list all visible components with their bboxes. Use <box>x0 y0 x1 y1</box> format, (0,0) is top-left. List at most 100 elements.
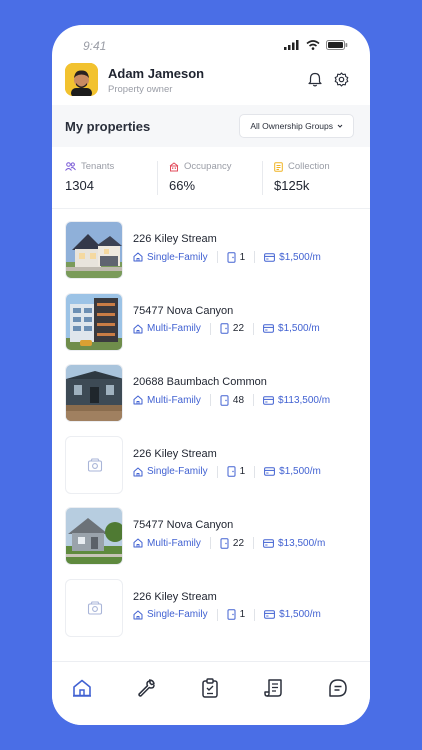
door-icon <box>220 538 229 549</box>
property-rent: $1,500/m <box>279 609 321 621</box>
property-thumbnail <box>65 221 123 279</box>
signal-icon <box>284 40 299 50</box>
home-icon <box>133 467 143 477</box>
payment-icon <box>263 395 274 405</box>
user-role: Property owner <box>108 84 173 95</box>
property-rent: $1,500/m <box>279 251 321 263</box>
property-row[interactable]: 75477 Nova Canyon Multi-Family 22 $13,50… <box>52 507 370 579</box>
wrench-icon <box>138 679 155 697</box>
property-type: Single-Family <box>147 466 208 478</box>
property-units: 1 <box>239 609 246 621</box>
stat-value: 1304 <box>65 178 94 193</box>
notifications-button[interactable] <box>306 70 324 88</box>
home-icon <box>133 610 143 620</box>
property-row[interactable]: 226 Kiley Stream Single-Family 1 $1,500/… <box>52 221 370 293</box>
property-row[interactable]: 226 Kiley Stream Single-Family 1 $1,500/… <box>52 578 370 651</box>
photo-placeholder-icon <box>87 601 103 615</box>
chat-icon <box>329 679 347 697</box>
home-icon <box>73 679 91 697</box>
property-type: Multi-Family <box>147 394 201 406</box>
property-thumbnail <box>65 292 123 351</box>
clipboard-icon <box>202 678 218 698</box>
home-icon <box>133 538 143 548</box>
property-units: 22 <box>232 323 245 335</box>
stat-label: Collection <box>288 161 330 172</box>
property-rent: $13,500/m <box>278 537 326 549</box>
property-units: 22 <box>232 537 245 549</box>
property-name: 20688 Baumbach Common <box>133 376 267 389</box>
property-meta: Single-Family 1 $1,500/m <box>133 608 321 621</box>
stat-divider <box>262 161 263 195</box>
property-thumbnail <box>65 507 123 566</box>
user-name: Adam Jameson <box>108 66 205 81</box>
payment-icon <box>263 324 274 333</box>
property-name: 226 Kiley Stream <box>133 447 217 460</box>
stat-value: $125k <box>274 178 310 193</box>
tenants-icon <box>65 162 76 171</box>
gear-icon <box>334 71 348 87</box>
ownership-group-select[interactable]: All Ownership Groups <box>239 114 354 138</box>
home-icon <box>133 395 143 405</box>
property-row[interactable]: 20688 Baumbach Common Multi-Family 48 $1… <box>52 364 370 436</box>
stat-label: Occupancy <box>184 161 232 172</box>
stat-occupancy: Occupancy 66% <box>169 161 232 193</box>
property-list: 226 Kiley Stream Single-Family 1 $1,500/… <box>52 221 370 651</box>
door-icon <box>227 251 236 263</box>
avatar[interactable] <box>65 63 98 96</box>
tab-documents[interactable] <box>262 676 286 700</box>
status-icons <box>284 40 348 50</box>
tab-tasks[interactable] <box>198 676 222 700</box>
section-header: My properties All Ownership Groups <box>52 105 370 147</box>
property-type: Multi-Family <box>147 537 201 549</box>
property-meta: Multi-Family 48 $113,500/m <box>133 394 331 407</box>
property-name: 226 Kiley Stream <box>133 233 217 245</box>
property-rent: $113,500/m <box>278 394 331 406</box>
occupancy-icon <box>169 161 179 171</box>
tab-home[interactable] <box>70 676 94 700</box>
property-type: Single-Family <box>147 609 208 621</box>
door-icon <box>220 323 229 334</box>
property-meta: Multi-Family 22 $1,500/m <box>133 322 320 335</box>
payment-icon <box>264 467 276 476</box>
property-units: 1 <box>239 251 246 263</box>
tab-bar <box>52 661 370 725</box>
property-meta: Single-Family 1 $1,500/m <box>133 465 321 478</box>
payment-icon <box>263 539 274 548</box>
property-type: Multi-Family <box>147 323 201 335</box>
property-units: 48 <box>232 394 245 406</box>
phone-frame: 9:41 Adam Jameson Property owner My prop… <box>52 25 370 725</box>
payment-icon <box>264 610 276 620</box>
property-thumbnail <box>65 435 123 494</box>
settings-button[interactable] <box>332 70 350 88</box>
section-title: My properties <box>65 119 151 134</box>
property-thumbnail <box>65 578 123 637</box>
battery-icon <box>326 40 348 50</box>
photo-placeholder-icon <box>87 458 103 472</box>
property-name: 226 Kiley Stream <box>133 590 217 603</box>
property-meta: Single-Family 1 $1,500/m <box>133 251 321 263</box>
collection-icon <box>274 161 283 172</box>
tab-messages[interactable] <box>326 676 350 700</box>
payment-icon <box>264 252 276 262</box>
property-meta: Multi-Family 22 $13,500/m <box>133 537 326 550</box>
property-rent: $1,500/m <box>279 466 321 478</box>
status-time: 9:41 <box>83 39 107 53</box>
stat-label: Tenants <box>81 161 115 172</box>
avatar-image <box>65 63 98 96</box>
documents-icon <box>264 679 282 697</box>
ownership-group-value: All Ownership Groups <box>250 121 333 131</box>
door-icon <box>227 466 236 478</box>
chevron-down-icon <box>337 124 343 128</box>
property-row[interactable]: 75477 Nova Canyon Multi-Family 22 $1,500… <box>52 292 370 365</box>
stat-value: 66% <box>169 178 196 193</box>
property-type: Single-Family <box>147 251 208 263</box>
home-icon <box>133 252 143 262</box>
property-thumbnail <box>65 364 123 423</box>
tab-maintenance[interactable] <box>134 676 158 700</box>
bell-icon <box>308 72 322 86</box>
home-icon <box>133 324 143 334</box>
property-name: 75477 Nova Canyon <box>133 304 234 317</box>
property-row[interactable]: 226 Kiley Stream Single-Family 1 $1,500/… <box>52 435 370 508</box>
door-icon <box>227 609 236 621</box>
door-icon <box>220 394 229 406</box>
